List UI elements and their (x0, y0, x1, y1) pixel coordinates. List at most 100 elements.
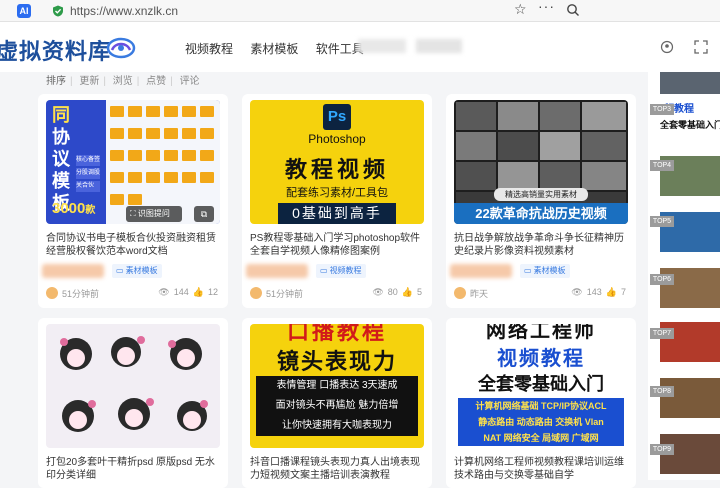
like-count: 5 (416, 287, 422, 297)
resource-card[interactable]: 口播教程 镜头表现力 表情管理 口播表达 3天速成 面对镜头不再尴尬 魅力倍增 … (242, 318, 432, 488)
avatar[interactable] (454, 287, 466, 299)
rank-snippet: 全套零基础入门 (660, 120, 720, 130)
rank-badge: TOP3 (650, 104, 674, 115)
thumb-count: 3000 (52, 200, 86, 217)
sort-option-update[interactable]: 更新 (79, 76, 99, 87)
thumb-line: 静态路由 动态路由 交换机 Vlan (478, 417, 604, 427)
category-tag[interactable]: ▭ 素材模板 (112, 264, 162, 278)
thumb-footer: 0基础到高手 (278, 203, 396, 224)
browser-toolbar: AI https://www.xnzlk.cn ☆ ··· (0, 0, 720, 22)
card-title[interactable]: 抖音口播课程镜头表现力真人出境表现力短视频文案主播培训表演教程 (250, 456, 426, 482)
thumb-brand: Photoshop (308, 132, 366, 146)
sort-bar: 排序 | 更新 | 浏览 | 点赞 | 评论 (46, 76, 200, 87)
like-count: 12 (207, 287, 218, 297)
eye-icon: 👁 (158, 287, 170, 297)
eye-icon: 👁 (571, 287, 583, 297)
bookmark-star-icon[interactable]: ☆ (514, 1, 527, 18)
card-thumbnail[interactable]: 口播教程 镜头表现力 表情管理 口播表达 3天速成 面对镜头不再尴尬 魅力倍增 … (250, 324, 424, 448)
main-nav: 视频教程 素材模板 软件工具 (185, 40, 378, 57)
category-tag-label: 素材模板 (125, 266, 158, 275)
thumb-headline: 视频教程 (497, 348, 585, 370)
anime-sketch-image (60, 336, 208, 432)
address-bar[interactable]: https://www.xnzlk.cn (44, 2, 558, 20)
thumb-line: 让你快速拥有大咖表现力 (282, 420, 392, 431)
folder-icon: ▭ (116, 266, 124, 275)
card-thumbnail[interactable]: Ps Photoshop 教程视频 配套练习素材/工具包 0基础到高手 (250, 100, 424, 224)
site-header: 虚拟资料库 视频教程 素材模板 软件工具 (0, 22, 720, 72)
card-thumbnail[interactable] (46, 324, 220, 448)
blurred-tag (246, 264, 308, 278)
card-title[interactable]: 计算机网络工程师视频教程课培训运维技术路由与交换零基础自学 (454, 456, 630, 482)
thumb-footer: 22款革命抗战历史视频 (454, 203, 628, 224)
search-icon[interactable] (566, 3, 580, 17)
sort-option-comments[interactable]: 评论 (180, 76, 200, 87)
view-count: 144 (173, 287, 189, 297)
nav-software-tools[interactable]: 软件工具 (316, 42, 364, 56)
image-question-label: 识图提问 (137, 209, 170, 218)
crop-button[interactable]: ⧉ (194, 206, 214, 222)
avatar[interactable] (250, 287, 262, 299)
card-title[interactable]: 打包20多套叶干精折psd 原版psd 无水印分类详细 (46, 456, 222, 482)
eye-icon: 👁 (372, 287, 384, 297)
card-thumbnail[interactable]: 同 协 议 模 板 核心备签 分股调股 关合伙 3000款 ⛶ 识图提问 ⧉ (46, 100, 220, 224)
rank-thumbnail[interactable] (660, 378, 720, 418)
sort-label: 排序 (46, 76, 66, 87)
card-title[interactable]: 抗日战争解放战争革命斗争长征精神历史纪录片影像资料视频素材 (454, 232, 630, 258)
thumb-side-label: 关合伙 (76, 181, 100, 192)
site-logo-text[interactable]: 虚拟资料库 (0, 34, 111, 66)
app-tab-icon[interactable]: AI (17, 4, 31, 18)
category-tag[interactable]: ▭ 视频教程 (316, 264, 366, 278)
nav-video-tutorials[interactable]: 视频教程 (185, 42, 233, 56)
resource-card[interactable]: 打包20多套叶干精折psd 原版psd 无水印分类详细 (38, 318, 228, 488)
card-title[interactable]: 合同协议书电子模板合伙投资融资租赁经营股权餐饮范本word文档 (46, 232, 222, 258)
category-tag-label: 素材模板 (533, 266, 566, 275)
resource-card[interactable]: 网络工程师 视频教程 全套零基础入门 计算机网络基础 TCP/IP协议ACL 静… (446, 318, 636, 488)
thumb-line: 计算机网络基础 TCP/IP协议ACL (475, 401, 607, 411)
thumb-subtitle: 配套练习素材/工具包 (285, 187, 389, 199)
thumb-line: 面对镜头不再尴尬 魅力倍增 (275, 400, 399, 411)
blurred-tag (450, 264, 512, 278)
fullscreen-icon[interactable] (694, 40, 708, 54)
rank-thumbnail[interactable]: 频教程 全套零基础入门 (660, 96, 720, 142)
card-meta: 51分钟前 👁 80 👍 5 (250, 286, 426, 300)
like-icon: 👍 (401, 287, 413, 297)
rank-badge: TOP6 (650, 274, 674, 285)
cloud-logo-icon[interactable] (106, 34, 136, 60)
resource-card[interactable]: Ps Photoshop 教程视频 配套练习素材/工具包 0基础到高手 PS教程… (242, 94, 432, 308)
category-tag[interactable]: ▭ 素材模板 (520, 264, 570, 278)
rank-badge: TOP4 (650, 160, 674, 171)
sort-option-likes[interactable]: 点赞 (146, 76, 166, 87)
url-text[interactable]: https://www.xnzlk.cn (70, 4, 178, 18)
thumb-line: NAT 网络安全 局域网 广域网 (483, 433, 599, 443)
thumb-top-text: 网络工程师 (486, 324, 596, 342)
help-icon[interactable] (660, 40, 674, 54)
card-thumbnail[interactable]: 网络工程师 视频教程 全套零基础入门 计算机网络基础 TCP/IP协议ACL 静… (454, 324, 628, 448)
view-count: 143 (586, 287, 602, 297)
thumb-char: 议 (52, 149, 70, 169)
more-options-icon[interactable]: ··· (538, 0, 555, 14)
avatar[interactable] (46, 287, 58, 299)
folder-icon: ▭ (524, 266, 532, 275)
like-count: 7 (620, 287, 626, 297)
like-icon: 👍 (605, 287, 617, 297)
photoshop-logo-icon: Ps (323, 104, 351, 130)
blurred-nav-item[interactable] (416, 39, 462, 53)
thumb-char: 同 (52, 105, 70, 125)
category-tag-label: 视频教程 (329, 266, 362, 275)
resource-card[interactable]: 精选高销量实用素材 22款革命抗战历史视频 抗日战争解放战争革命斗争长征精神历史… (446, 94, 636, 308)
thumb-side-label: 分股调股 (76, 168, 100, 179)
card-thumbnail[interactable]: 精选高销量实用素材 22款革命抗战历史视频 (454, 100, 628, 224)
resource-card[interactable]: 同 协 议 模 板 核心备签 分股调股 关合伙 3000款 ⛶ 识图提问 ⧉ 合… (38, 94, 228, 308)
blurred-tag (42, 264, 104, 278)
rank-badge: TOP7 (650, 328, 674, 339)
sort-option-views[interactable]: 浏览 (113, 76, 133, 87)
nav-material-templates[interactable]: 素材模板 (250, 42, 298, 56)
card-meta: 51分钟前 👁 144 👍 12 (46, 286, 222, 300)
thumb-headline: 镜头表现力 (276, 349, 397, 374)
rank-thumbnail[interactable] (660, 72, 720, 94)
image-question-button[interactable]: ⛶ 识图提问 (126, 206, 182, 222)
rank-badge: TOP5 (650, 216, 674, 227)
card-title[interactable]: PS教程零基础入门学习photoshop软件全套自学视频人像精修图案例 (250, 232, 426, 258)
thumb-unit: 款 (85, 205, 96, 216)
blurred-nav-item[interactable] (358, 39, 406, 53)
